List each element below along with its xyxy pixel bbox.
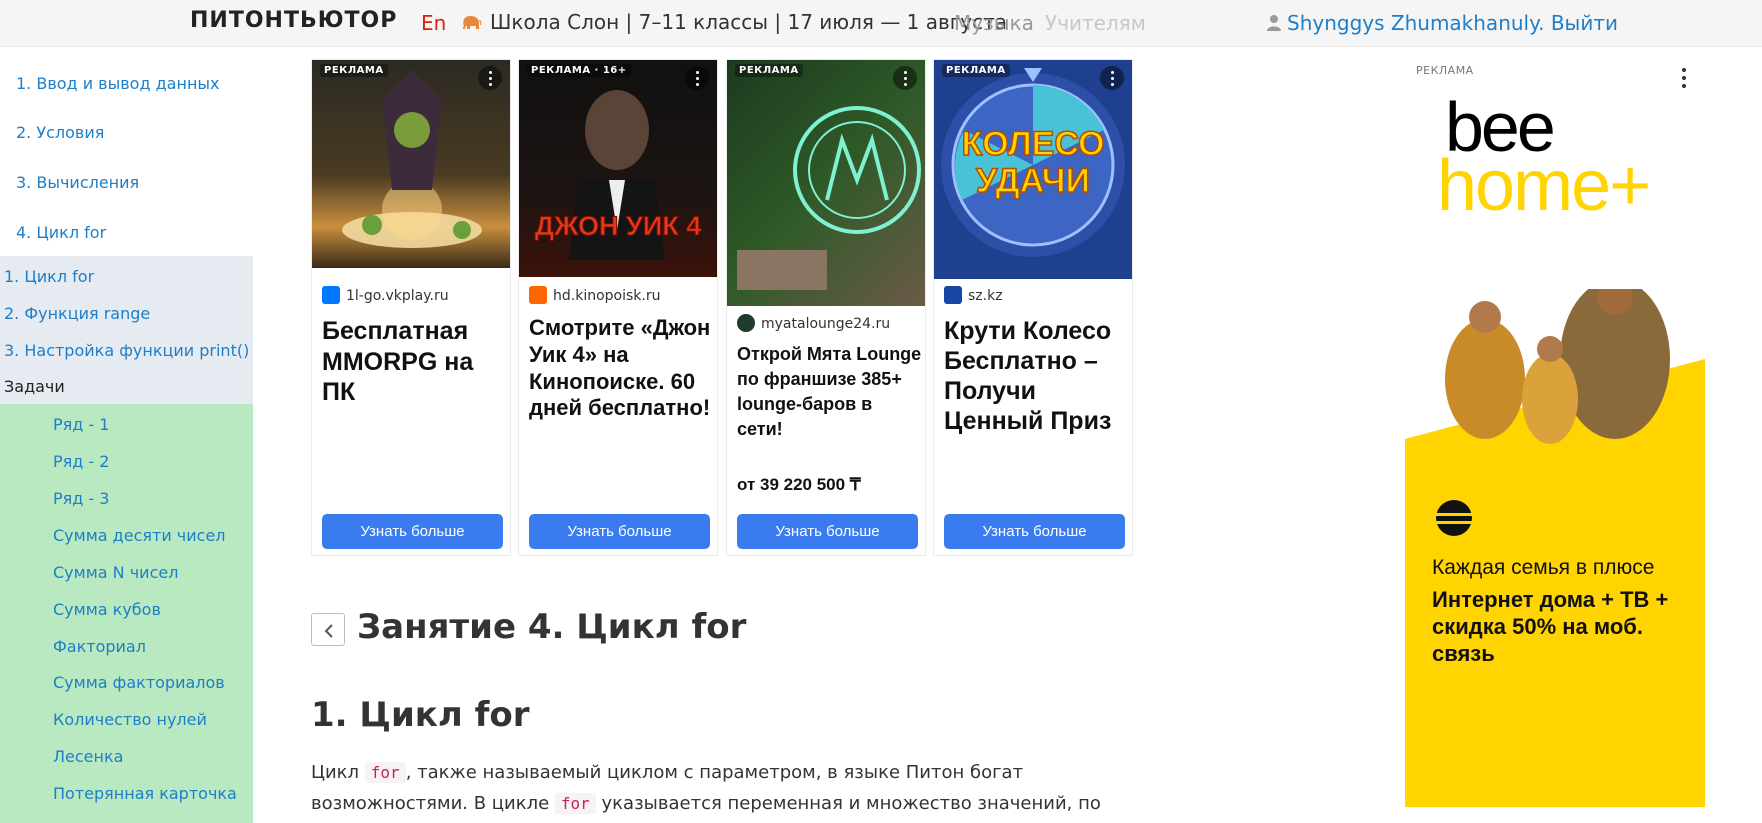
task-item[interactable]: Сумма N чисел: [53, 563, 178, 582]
right-banner-ad[interactable]: РЕКЛАМА bee home+ Каждая семья в плюсе И…: [1405, 59, 1705, 809]
banner-tagline: Каждая семья в плюсе: [1432, 556, 1655, 579]
ad-image-text: КОЛЕСО: [961, 125, 1104, 163]
ad-price: от 39 220 500 ₸: [737, 475, 861, 494]
vkplay-favicon-icon: [322, 286, 340, 304]
myata-favicon-icon: [737, 314, 755, 332]
task-item[interactable]: Ряд - 1: [53, 415, 109, 434]
user-icon: [1267, 15, 1281, 31]
ad-image: [727, 60, 925, 306]
sidebar: 1. Ввод и вывод данных 2. Условия 3. Выч…: [0, 47, 253, 823]
ad-learn-more-button[interactable]: Узнать больше: [944, 514, 1125, 549]
ad-domain[interactable]: 1l-go.vkplay.ru: [322, 286, 449, 304]
ad-domain[interactable]: sz.kz: [944, 286, 1003, 304]
sidebar-lesson-2[interactable]: 2. Условия: [16, 123, 104, 142]
task-item[interactable]: Количество нулей: [53, 710, 207, 729]
elephant-icon: [463, 16, 482, 29]
task-item[interactable]: Сумма десяти чисел: [53, 526, 226, 545]
language-switch-link[interactable]: En: [421, 11, 446, 35]
lesson-list: 1. Ввод и вывод данных 2. Условия 3. Выч…: [0, 47, 253, 256]
ad-menu-button[interactable]: [1682, 68, 1686, 88]
logout-link[interactable]: Выйти: [1551, 11, 1618, 35]
ad-learn-more-button[interactable]: Узнать больше: [737, 514, 918, 549]
school-label: Школа Слон | 7–11 классы | 17 июля — 1 а…: [490, 10, 1008, 34]
lesson-title: Занятие 4. Цикл for: [357, 607, 747, 647]
ad-domain-label: 1l-go.vkplay.ru: [346, 288, 449, 304]
back-button[interactable]: [311, 613, 345, 646]
task-item[interactable]: Сумма факториалов: [53, 673, 225, 692]
sidebar-section-3[interactable]: 3. Настройка функции print(): [4, 341, 249, 360]
sidebar-section-2[interactable]: 2. Функция range: [4, 304, 150, 323]
ad-menu-button[interactable]: [685, 66, 709, 90]
ad-card-vkplay[interactable]: РЕКЛАМА 1l-go.vkplay.ru Бесплатная MMORP…: [311, 59, 511, 556]
chevron-left-icon: [324, 624, 333, 638]
user-name-link[interactable]: Shynggys Zhumakhanuly.: [1287, 11, 1544, 35]
ad-badge: РЕКЛАМА: [735, 64, 803, 77]
ad-image-text: УДАЧИ: [976, 162, 1090, 200]
kinopoisk-favicon-icon: [529, 286, 547, 304]
task-item[interactable]: Ряд - 3: [53, 489, 109, 508]
sidebar-lesson-1[interactable]: 1. Ввод и вывод данных: [16, 74, 220, 93]
ad-image-art: КОЛЕСО УДАЧИ: [941, 68, 1125, 257]
ad-image-text: ДЖОН УИК 4: [535, 211, 701, 241]
ad-image-art: ДЖОН УИК 4: [534, 90, 702, 260]
ad-domain[interactable]: myatalounge24.ru: [737, 314, 890, 332]
paragraph-text: Цикл: [311, 762, 365, 783]
site-logo[interactable]: ПИТОНТЬЮТОР: [190, 8, 397, 33]
tasks-heading: Задачи: [4, 377, 65, 396]
sz-favicon-icon: [944, 286, 962, 304]
ad-card-kinopoisk[interactable]: ДЖОН УИК 4 РЕКЛАМА · 16+ hd.kinopoisk.ru…: [518, 59, 718, 556]
user-block: Shynggys Zhumakhanuly. Выйти: [1266, 11, 1618, 35]
ad-menu-button[interactable]: [893, 66, 917, 90]
banner-family-image: [1405, 289, 1705, 536]
ad-badge: РЕКЛАМА: [320, 64, 388, 77]
teachers-link[interactable]: Учителям: [1045, 11, 1146, 35]
ad-image-art: [737, 106, 921, 290]
task-item[interactable]: Факториал: [53, 637, 146, 656]
banner-offer: Интернет дома + ТВ + скидка 50% на моб. …: [1432, 587, 1669, 666]
task-item[interactable]: Лесенка: [53, 747, 123, 766]
ad-badge: РЕКЛАМА: [942, 64, 1010, 77]
ad-headline[interactable]: Открой Мята Lounge по франшизе 385+ loun…: [737, 342, 922, 442]
school-link[interactable]: Школа Слон | 7–11 классы | 17 июля — 1 а…: [460, 10, 1007, 34]
ad-domain[interactable]: hd.kinopoisk.ru: [529, 286, 660, 304]
inline-code: for: [554, 793, 596, 814]
sidebar-section-1[interactable]: 1. Цикл for: [4, 267, 94, 286]
ad-menu-button[interactable]: [478, 66, 502, 90]
ad-domain-label: sz.kz: [968, 288, 1003, 304]
section-list: 1. Цикл for 2. Функция range 3. Настройк…: [0, 256, 253, 404]
sidebar-lesson-4[interactable]: 4. Цикл for: [16, 223, 106, 242]
ad-image-art: [342, 70, 482, 248]
ad-menu-button[interactable]: [1100, 66, 1124, 90]
lesson-paragraph: Цикл for, также называемый циклом с пара…: [311, 757, 1111, 819]
paragraph-text: указывается переменная и множество значе…: [595, 793, 1101, 814]
task-item[interactable]: Ряд - 2: [53, 452, 109, 471]
banner-yellow-panel: [1405, 289, 1705, 807]
music-link[interactable]: Музыка: [954, 11, 1034, 35]
ad-headline[interactable]: Смотрите «Джон Уик 4» на Кинопоиске. 60 …: [529, 315, 714, 422]
section-title: 1. Цикл for: [311, 695, 530, 735]
ad-learn-more-button[interactable]: Узнать больше: [529, 514, 710, 549]
ad-headline[interactable]: Бесплатная MMORPG на ПК: [322, 316, 507, 408]
ad-learn-more-button[interactable]: Узнать больше: [322, 514, 503, 549]
ad-domain-label: myatalounge24.ru: [761, 316, 891, 332]
ad-image: КОЛЕСО УДАЧИ: [934, 60, 1132, 279]
inline-code: for: [364, 762, 406, 783]
ad-card-myata[interactable]: РЕКЛАМА myatalounge24.ru Открой Мята Lou…: [726, 59, 926, 556]
ad-card-sz[interactable]: КОЛЕСО УДАЧИ РЕКЛАМА sz.kz Крути Колесо …: [933, 59, 1133, 556]
task-item[interactable]: Потерянная карточка: [53, 784, 237, 803]
ad-image: [312, 60, 510, 268]
task-list: Ряд - 1 Ряд - 2 Ряд - 3 Сумма десяти чис…: [0, 404, 253, 823]
task-item[interactable]: Сумма кубов: [53, 600, 161, 619]
ad-image: ДЖОН УИК 4: [519, 60, 717, 277]
ad-headline[interactable]: Крути Колесо Бесплатно – Получи Ценный П…: [944, 316, 1129, 436]
ad-badge: РЕКЛАМА · 16+: [527, 64, 631, 77]
brand-home-plus: home+: [1437, 146, 1651, 226]
sidebar-lesson-3[interactable]: 3. Вычисления: [16, 173, 139, 192]
ad-domain-label: hd.kinopoisk.ru: [553, 288, 661, 304]
top-navbar: ПИТОНТЬЮТОР En Школа Слон | 7–11 классы …: [0, 0, 1762, 47]
ad-badge: РЕКЛАМА: [1416, 64, 1474, 77]
